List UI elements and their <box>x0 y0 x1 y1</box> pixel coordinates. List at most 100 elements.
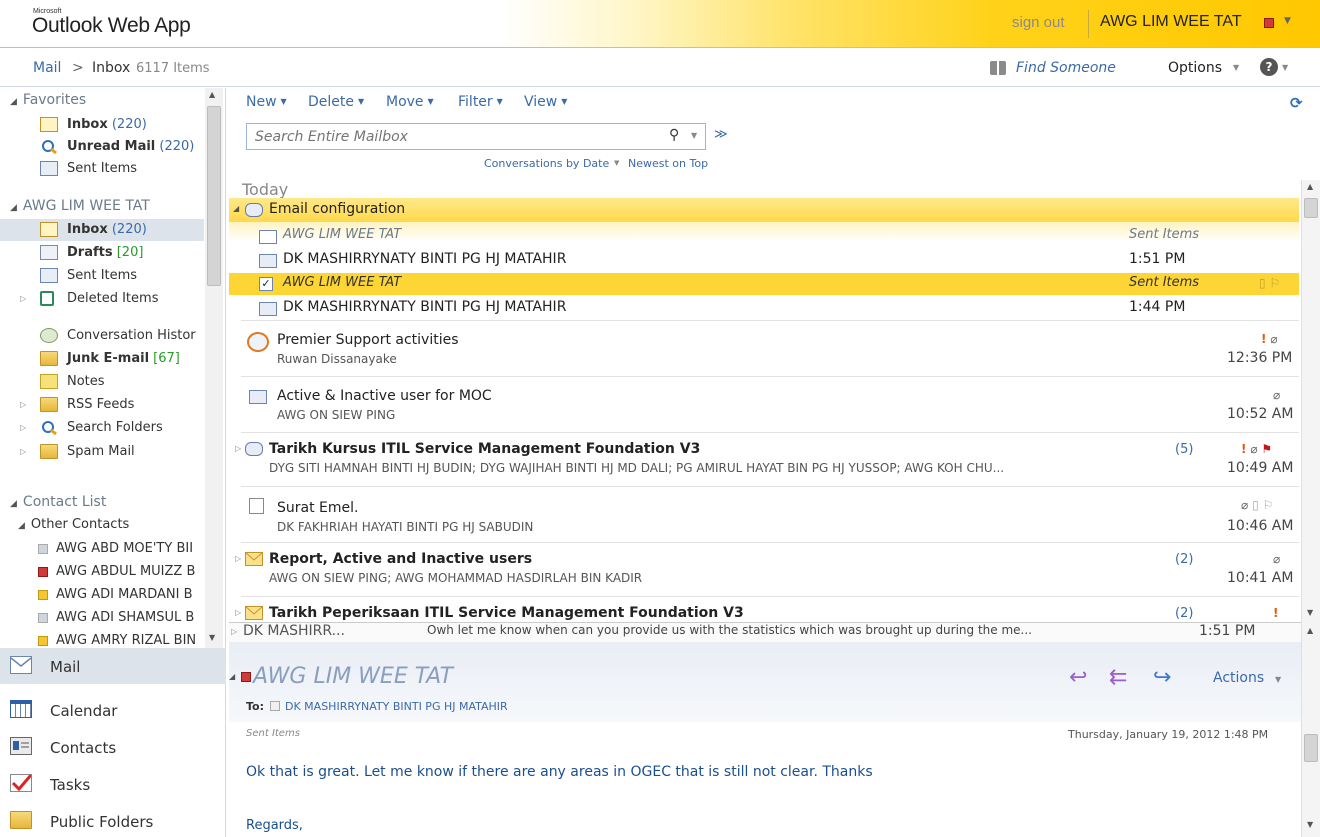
contact-item[interactable]: AWG ADI SHAMSUL B <box>0 607 204 629</box>
conversation-message[interactable]: AWG LIM WEE TAT Sent Items <box>229 226 1199 246</box>
message-row[interactable]: ▷ Report, Active and Inactive users AWG … <box>229 548 1299 592</box>
folder-pane-scrollbar[interactable]: ▲ ▼ <box>205 88 223 648</box>
contact-item[interactable]: AWG ADI MARDANI B <box>0 584 204 606</box>
favorite-inbox[interactable]: Inbox (220) <box>0 114 204 136</box>
recipient-name[interactable]: DK MASHIRRYNATY BINTI PG HJ MATAHIR <box>285 700 508 713</box>
find-someone-link[interactable]: Find Someone <box>1016 60 1116 76</box>
expand-triangle-icon[interactable]: ▷ <box>20 294 26 303</box>
folder-notes[interactable]: Notes <box>0 371 204 393</box>
delete-button[interactable]: Delete ▼ <box>308 94 364 110</box>
search-icon[interactable]: ⚲ <box>669 127 679 143</box>
folder-rss-feeds[interactable]: ▷ RSS Feeds <box>0 394 204 416</box>
sort-order-toggle[interactable]: Newest on Top <box>628 157 708 170</box>
help-icon[interactable]: ? <box>1260 58 1278 76</box>
collapse-triangle-icon[interactable]: ◢ <box>18 521 25 531</box>
move-button[interactable]: Move ▼ <box>386 94 434 110</box>
conversation-message[interactable]: DK MASHIRRYNATY BINTI PG HJ MATAHIR 1:51… <box>229 250 1199 270</box>
new-button[interactable]: New ▼ <box>246 94 287 110</box>
sign-out-link[interactable]: sign out <box>1012 14 1065 31</box>
reading-pane-scrollbar[interactable]: ▲ ▼ <box>1301 622 1320 837</box>
user-menu-chevron-down-icon[interactable]: ▼ <box>1284 16 1291 26</box>
actions-chevron-down-icon[interactable]: ▼ <box>1275 675 1281 684</box>
contact-list-header[interactable]: ◢ Contact List <box>10 494 106 510</box>
scroll-up-arrow-icon[interactable]: ▲ <box>1307 182 1313 191</box>
mailbox-header[interactable]: ◢ AWG LIM WEE TAT <box>10 198 150 214</box>
expand-triangle-icon[interactable]: ▷ <box>231 627 237 636</box>
expand-triangle-icon[interactable]: ▷ <box>235 554 241 563</box>
scroll-up-arrow-icon[interactable]: ▲ <box>209 90 215 99</box>
scrollbar-thumb[interactable] <box>1304 198 1318 218</box>
contact-name: AWG ADI SHAMSUL B <box>56 610 195 625</box>
expand-triangle-icon[interactable]: ▷ <box>235 608 241 617</box>
search-options-chevron-down-icon[interactable]: ▼ <box>691 131 697 140</box>
folder-search-folders[interactable]: ▷ Search Folders <box>0 417 204 439</box>
breadcrumb-mail[interactable]: Mail <box>33 60 61 76</box>
collapse-triangle-icon[interactable]: ◢ <box>233 204 239 213</box>
collapse-triangle-icon[interactable]: ◢ <box>10 203 17 213</box>
contact-item[interactable]: AWG AMRY RIZAL BIN <box>0 630 204 648</box>
refresh-icon[interactable]: ⟳ <box>1290 96 1304 111</box>
filter-button[interactable]: Filter ▼ <box>458 94 503 110</box>
search-input[interactable] <box>255 127 655 146</box>
message-sender-name[interactable]: AWG LIM WEE TAT <box>253 664 453 689</box>
message-list-scrollbar[interactable]: ▲ ▼ <box>1301 180 1320 622</box>
flag-outline-icon[interactable]: ▯ ⚐ <box>1259 276 1280 290</box>
view-button[interactable]: View ▼ <box>524 94 567 110</box>
user-name-menu[interactable]: AWG LIM WEE TAT <box>1100 13 1242 31</box>
collapse-triangle-icon[interactable]: ◢ <box>229 672 235 681</box>
folder-sent-items[interactable]: Sent Items <box>0 265 204 287</box>
favorite-sent-items[interactable]: Sent Items <box>0 158 204 180</box>
folder-junk-email[interactable]: Junk E-mail [67] <box>0 348 204 370</box>
reply-all-icon[interactable]: ⇇ <box>1109 667 1127 689</box>
conversation-count: (2) <box>1175 606 1194 621</box>
folder-inbox[interactable]: Inbox (220) <box>0 219 204 241</box>
forward-icon[interactable]: ↪ <box>1153 667 1171 689</box>
options-chevron-down-icon[interactable]: ▼ <box>1233 63 1239 72</box>
message-row[interactable]: ▷ Tarikh Kursus ITIL Service Management … <box>229 438 1299 482</box>
folder-conversation-history[interactable]: Conversation Histor <box>0 325 204 347</box>
reply-icon[interactable]: ↩ <box>1069 667 1087 689</box>
expand-search-icon[interactable]: ≫ <box>714 127 728 142</box>
message-row[interactable]: ▷ Tarikh Peperiksaan ITIL Service Manage… <box>229 602 1299 622</box>
module-tasks[interactable]: Tasks <box>0 766 226 802</box>
scroll-down-arrow-icon[interactable]: ▼ <box>1307 820 1313 829</box>
folder-drafts[interactable]: Drafts [20] <box>0 242 204 264</box>
checkbox-checked-icon[interactable]: ✓ <box>259 277 273 291</box>
conversation-message[interactable]: DK MASHIRRYNATY BINTI PG HJ MATAHIR 1:44… <box>229 298 1199 318</box>
scroll-down-arrow-icon[interactable]: ▼ <box>1307 608 1313 617</box>
reading-pane-preview-row[interactable]: ▷ DK MASHIRR... Owh let me know when can… <box>229 622 1301 642</box>
module-calendar[interactable]: Calendar <box>0 692 226 728</box>
scroll-up-arrow-icon[interactable]: ▲ <box>1307 626 1313 635</box>
other-contacts-header[interactable]: ◢ Other Contacts <box>18 517 129 532</box>
expand-triangle-icon[interactable]: ▷ <box>20 423 26 432</box>
expand-triangle-icon[interactable]: ▷ <box>235 444 241 453</box>
collapse-triangle-icon[interactable]: ◢ <box>10 499 17 509</box>
scrollbar-thumb[interactable] <box>1304 734 1318 762</box>
help-chevron-down-icon[interactable]: ▼ <box>1282 63 1288 72</box>
folder-deleted-items[interactable]: ▷ Deleted Items <box>0 288 204 310</box>
favorite-unread-mail[interactable]: Unread Mail (220) <box>0 136 204 158</box>
message-row[interactable]: Surat Emel. DK FAKHRIAH HAYATI BINTI PG … <box>229 494 1299 538</box>
sort-chevron-down-icon[interactable]: ▼ <box>614 159 619 167</box>
contact-item[interactable]: AWG ABDUL MUIZZ B <box>0 561 204 583</box>
expand-triangle-icon[interactable]: ▷ <box>20 447 26 456</box>
options-menu[interactable]: Options <box>1168 60 1222 76</box>
actions-menu[interactable]: Actions <box>1213 670 1264 686</box>
collapse-triangle-icon[interactable]: ◢ <box>10 97 17 107</box>
expand-triangle-icon[interactable]: ▷ <box>20 400 26 409</box>
module-public-folders[interactable]: Public Folders <box>0 803 226 837</box>
sort-by-menu[interactable]: Conversations by Date <box>484 157 609 170</box>
favorites-header[interactable]: ◢ Favorites <box>10 92 86 108</box>
scrollbar-thumb[interactable] <box>207 106 221 286</box>
scroll-down-arrow-icon[interactable]: ▼ <box>209 633 215 642</box>
contact-item[interactable]: AWG ABD MOE'TY BII <box>0 538 204 560</box>
module-contacts[interactable]: Contacts <box>0 729 226 765</box>
module-mail[interactable]: Mail <box>0 648 226 684</box>
app-logo[interactable]: Outlook Web App <box>32 14 191 38</box>
conversation-email-configuration[interactable]: ◢ Email configuration <box>229 198 1299 222</box>
conversation-message-selected[interactable]: ✓ AWG LIM WEE TAT Sent Items ▯ ⚐ <box>229 273 1299 295</box>
folder-spam-mail[interactable]: ▷ Spam Mail <box>0 441 204 463</box>
address-book-icon[interactable] <box>990 61 1006 75</box>
message-row[interactable]: Premier Support activities Ruwan Dissana… <box>229 328 1299 372</box>
message-row[interactable]: Active & Inactive user for MOC AWG ON SI… <box>229 384 1299 428</box>
